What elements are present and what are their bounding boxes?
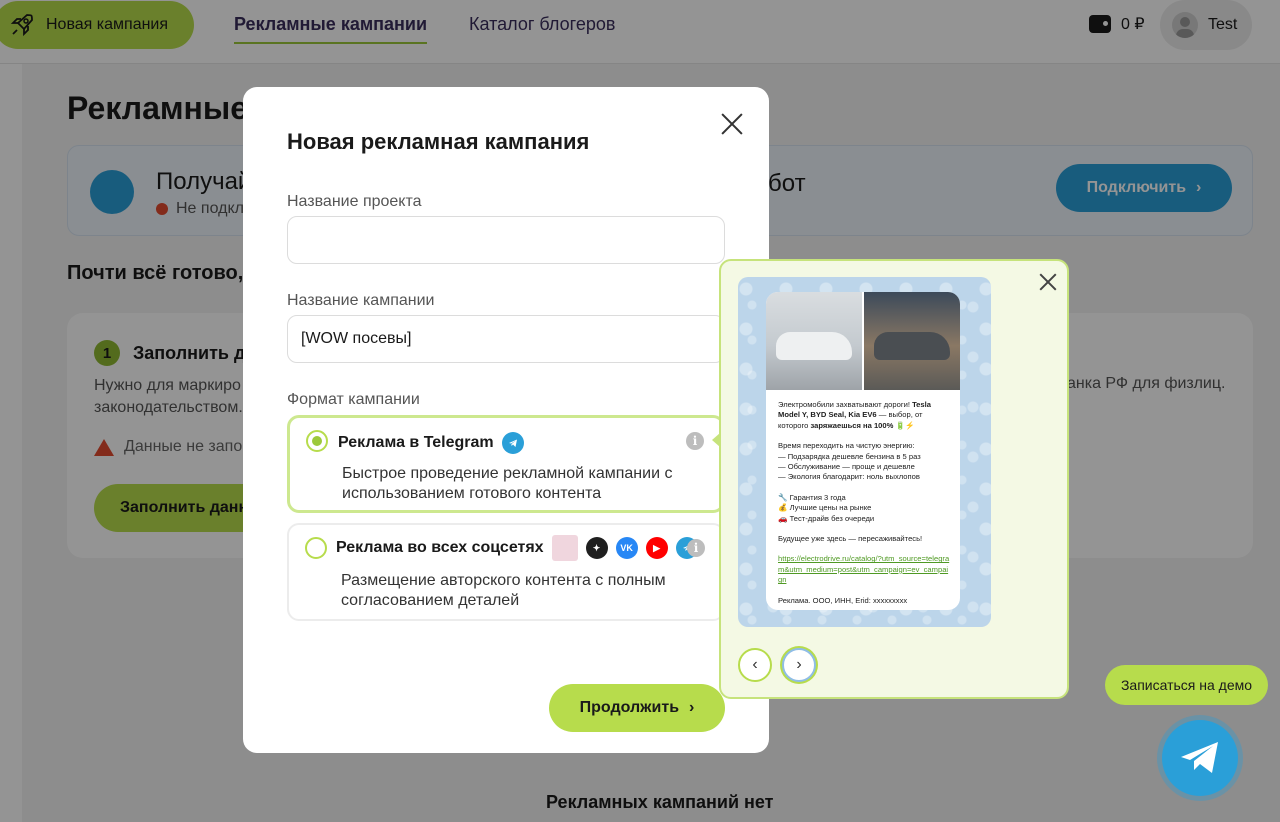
post-text: Электромобили захватывают дороги! Tesla … bbox=[778, 400, 950, 610]
post-line: — Подзарядка дешевле бензина в 5 раз bbox=[778, 451, 921, 461]
chevron-right-icon: › bbox=[796, 656, 802, 673]
star-icon: ✦ bbox=[585, 537, 608, 559]
format-title-all-socials: Реклама во всех соцсетях ✦ VK ▶ bbox=[336, 535, 698, 561]
post-text-part: 🔋⚡ bbox=[893, 420, 915, 430]
modal-title: Новая рекламная кампания bbox=[287, 129, 590, 154]
format-desc-all-socials: Размещение авторского контента с полным … bbox=[341, 572, 666, 609]
car-image-left bbox=[766, 292, 862, 390]
preview-next-button[interactable]: › bbox=[782, 648, 816, 682]
post-text-part: Электромобили захватывают дороги! bbox=[778, 400, 913, 409]
book-demo-button[interactable]: Записаться на демо bbox=[1105, 665, 1268, 705]
format-desc-telegram: Быстрое проведение рекламной кампании с … bbox=[342, 465, 673, 502]
format-title-text: Реклама в Telegram bbox=[338, 434, 494, 451]
youtube-icon: ▶ bbox=[645, 537, 668, 559]
post-line: Время переходить на чистую энергию: bbox=[778, 441, 915, 451]
car-image-right bbox=[864, 292, 960, 390]
telegram-icon bbox=[501, 432, 524, 454]
post-energy: Время переходить на чистую энергию: — По… bbox=[778, 441, 950, 483]
post-bubble: Электромобили захватывают дороги! Tesla … bbox=[766, 292, 960, 610]
close-icon[interactable] bbox=[1039, 273, 1057, 291]
telegram-icon bbox=[1181, 742, 1218, 773]
post-perks: 🔧 Гарантия 3 года 💰 Лучшие цены на рынке… bbox=[778, 493, 950, 524]
format-radio-all-socials[interactable] bbox=[305, 537, 327, 559]
campaign-name-input[interactable] bbox=[287, 315, 725, 363]
new-campaign-modal: Новая рекламная кампания Название проект… bbox=[243, 87, 769, 753]
campaign-format-label: Формат кампании bbox=[287, 391, 420, 408]
info-icon[interactable]: i bbox=[686, 432, 704, 450]
pink-square-icon bbox=[551, 535, 578, 561]
post-line: — Обслуживание — проще и дешевле bbox=[778, 462, 915, 472]
post-text-bold: заряжаешься на 100% bbox=[810, 420, 894, 430]
post-line: 💰 Лучшие цены на рынке bbox=[778, 503, 872, 513]
close-icon[interactable] bbox=[721, 113, 743, 135]
format-option-telegram[interactable]: Реклама в Telegram i Быстрое проведение … bbox=[287, 415, 725, 513]
chevron-right-icon: › bbox=[689, 699, 695, 716]
post-line: — Экология благодарит: ноль выхлопов bbox=[778, 472, 920, 482]
continue-button[interactable]: Продолжить › bbox=[549, 684, 725, 732]
format-title-text: Реклама во всех соцсетях bbox=[336, 539, 544, 556]
format-title-telegram: Реклама в Telegram bbox=[338, 432, 524, 454]
telegram-chat-button[interactable] bbox=[1162, 720, 1238, 796]
project-name-input[interactable] bbox=[287, 216, 725, 264]
format-option-all-socials[interactable]: Реклама во всех соцсетях ✦ VK ▶ i Размещ… bbox=[287, 523, 725, 621]
info-icon[interactable]: i bbox=[687, 539, 705, 557]
preview-prev-button[interactable]: ‹ bbox=[738, 648, 772, 682]
campaign-name-label: Название кампании bbox=[287, 292, 435, 309]
chevron-left-icon: ‹ bbox=[752, 656, 758, 673]
continue-label: Продолжить bbox=[579, 699, 680, 716]
format-radio-telegram[interactable] bbox=[306, 430, 328, 452]
vk-icon: VK bbox=[615, 537, 638, 559]
post-link[interactable]: https://electrodrive.ru/catalog/?utm_sou… bbox=[778, 554, 950, 585]
project-name-label: Название проекта bbox=[287, 193, 422, 210]
post-intro: Электромобили захватывают дороги! Tesla … bbox=[778, 400, 950, 431]
format-preview-popover: Электромобили захватывают дороги! Tesla … bbox=[712, 259, 1069, 699]
post-ad-note: Реклама. ООО, ИНН, Erid: xxxxxxxxx bbox=[778, 595, 908, 605]
post-line: 🔧 Гарантия 3 года bbox=[778, 492, 846, 502]
post-line: 🚗 Тест-драйв без очереди bbox=[778, 513, 875, 523]
telegram-post-preview: Электромобили захватывают дороги! Tesla … bbox=[738, 277, 991, 627]
post-future: Будущее уже здесь — пересаживайтесь! bbox=[778, 534, 923, 544]
